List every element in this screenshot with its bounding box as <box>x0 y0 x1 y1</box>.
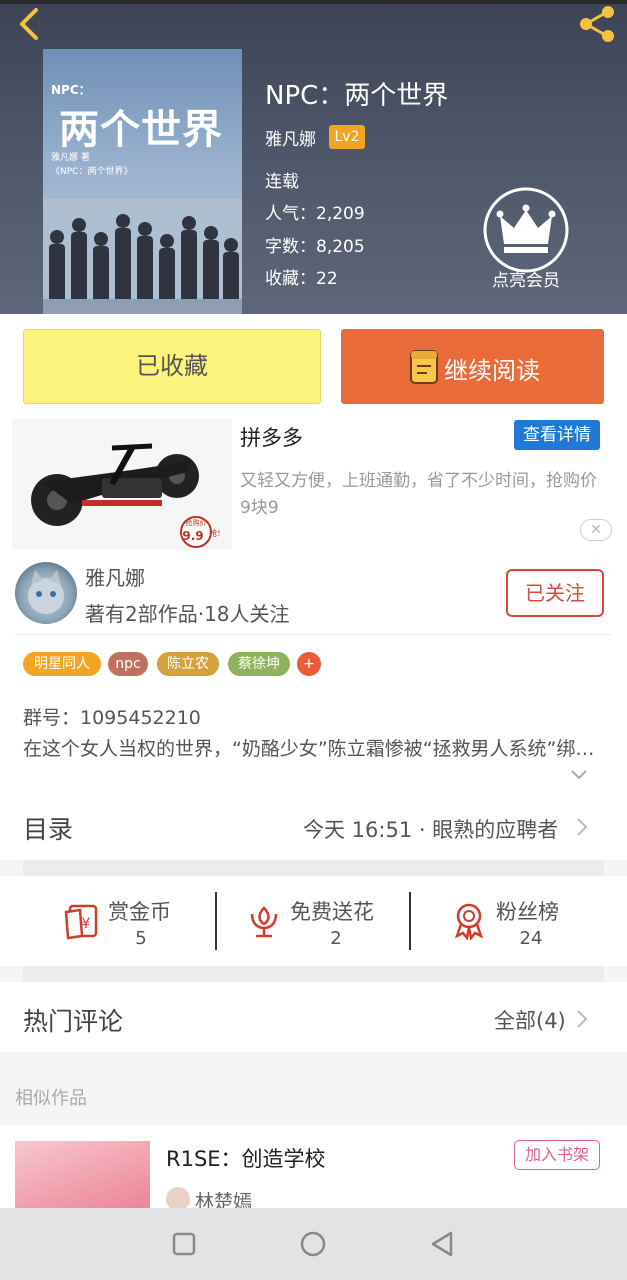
add-to-shelf-button[interactable]: 加入书架 <box>514 1140 600 1170</box>
price-badge-value: 9.9 <box>182 529 203 543</box>
price-badge-top: 抢购价 <box>186 518 207 527</box>
book-icon <box>410 350 438 384</box>
group-number: 群号：1095452210 <box>23 707 201 729</box>
crown-icon <box>496 204 556 253</box>
book-intro[interactable]: 在这个女人当权的世界，“奶酪少女”陈立霜惨被“拯救男人系统”绑定…… <box>23 734 603 761</box>
action-buttons: 已收藏 继续阅读 <box>0 314 627 410</box>
book-cover[interactable]: NPC： 两个世界 雅凡娜 著 《NPC：两个世界》 <box>43 49 242 314</box>
hot-comments-row[interactable]: 热门评论 全部(4) <box>0 982 627 1052</box>
book-status: 连载 <box>265 172 299 192</box>
cover-group-photo <box>43 199 242 314</box>
ad-title: 拼多多 <box>240 426 303 450</box>
tag-item[interactable]: 明星同人 <box>23 652 101 676</box>
cat-avatar-image <box>28 570 64 614</box>
price-badge-suffix: 抢! <box>209 528 220 538</box>
cover-author-line: 雅凡娜 著 <box>51 153 90 163</box>
section-gap <box>23 860 604 876</box>
book-word-count: 字数：8,205 <box>265 237 365 257</box>
triangle-back-icon[interactable] <box>426 1228 458 1260</box>
all-comments-link[interactable]: 全部(4) <box>494 1005 566 1035</box>
tag-item[interactable]: npc <box>108 652 148 676</box>
svg-text:¥: ¥ <box>82 916 91 932</box>
chevron-down-icon[interactable] <box>569 768 589 782</box>
send-flower-label: 免费送花 <box>290 900 374 924</box>
author-stats: 著有2部作品·18人关注 <box>85 602 290 626</box>
medal-icon <box>454 903 484 940</box>
toc-title: 目录 <box>23 815 74 844</box>
book-header: NPC： 两个世界 雅凡娜 著 《NPC：两个世界》 NPC：两个世界 雅凡娜 … <box>0 0 627 314</box>
share-button[interactable] <box>574 4 620 44</box>
reward-coin-label: 赏金币 <box>108 900 171 924</box>
table-of-contents-row[interactable]: 目录 今天 16:51 · 眼熟的应聘者 <box>0 790 627 860</box>
vip-crown-button[interactable] <box>482 186 570 274</box>
toc-latest-chapter: 今天 16:51 · 眼熟的应聘者 <box>303 818 559 842</box>
follow-button[interactable]: 已关注 <box>506 569 604 617</box>
author-avatar[interactable] <box>15 562 77 624</box>
book-detail-page: NPC： 两个世界 雅凡娜 著 《NPC：两个世界》 NPC：两个世界 雅凡娜 … <box>0 0 627 1280</box>
continue-reading-button[interactable]: 继续阅读 <box>341 329 604 404</box>
similar-book-title[interactable]: R1SE：创造学校 <box>166 1143 326 1173</box>
similar-author-avatar <box>166 1187 190 1210</box>
fan-ranking-count: 24 <box>519 928 543 949</box>
ad-scooter-image: 抢购价 9.9 抢! <box>12 418 232 554</box>
tag-item[interactable]: 陈立农 <box>157 652 219 676</box>
tag-item[interactable]: 蔡徐坤 <box>228 652 290 676</box>
red-envelope-icon: ¥ <box>64 904 98 940</box>
book-author[interactable]: 雅凡娜 <box>265 125 316 150</box>
similar-book-cover[interactable] <box>15 1141 150 1210</box>
circle-icon[interactable] <box>297 1228 329 1260</box>
ad-close-button[interactable]: ✕ <box>580 519 612 541</box>
chevron-right-icon <box>577 1010 588 1028</box>
book-favorites: 收藏：22 <box>265 269 338 289</box>
vip-label[interactable]: 点亮会员 <box>470 266 582 291</box>
fan-ranking-button[interactable]: 粉丝榜 24 <box>411 876 627 966</box>
flower-icon <box>250 906 278 938</box>
ad-description: 又轻又方便，上班通勤，省了不少时间，抢购价9块9 <box>240 471 597 518</box>
reward-row: ¥ 赏金币 5 免费送花 2 粉丝榜 24 <box>0 876 627 966</box>
chevron-left-icon <box>20 8 38 40</box>
section-gap <box>23 966 604 982</box>
reward-coin-button[interactable]: ¥ 赏金币 5 <box>0 876 215 966</box>
back-button[interactable] <box>12 6 48 42</box>
send-flower-button[interactable]: 免费送花 2 <box>217 876 409 966</box>
send-flower-count: 2 <box>330 928 342 949</box>
system-navigation-bar <box>0 1208 627 1280</box>
cover-subtitle-line: 《NPC：两个世界》 <box>51 167 133 177</box>
cover-title: 两个世界 <box>59 106 223 153</box>
ad-banner[interactable]: 抢购价 9.9 抢! 拼多多 查看详情 又轻又方便，上班通勤，省了不少时间，抢购… <box>0 410 627 554</box>
reward-coin-count: 5 <box>135 928 147 949</box>
status-bar-strip <box>0 0 627 4</box>
similar-book-item[interactable]: R1SE：创造学校 加入书架 林楚嫣 <box>0 1125 627 1210</box>
similar-book-author: 林楚嫣 <box>195 1191 253 1210</box>
similar-works-label: 相似作品 <box>15 1088 87 1109</box>
author-name[interactable]: 雅凡娜 <box>85 562 145 591</box>
fan-ranking-label: 粉丝榜 <box>496 900 559 924</box>
book-popularity: 人气：2,209 <box>265 204 365 224</box>
add-tag-button[interactable]: + <box>297 652 321 676</box>
book-title: NPC：两个世界 <box>265 81 449 111</box>
book-info-section: 雅凡娜 著有2部作品·18人关注 已关注 明星同人 npc 陈立农 蔡徐坤 + … <box>0 550 627 790</box>
collect-button[interactable]: 已收藏 <box>23 329 321 404</box>
square-icon[interactable] <box>168 1228 200 1260</box>
author-level-badge: Lv2 <box>329 125 365 149</box>
hot-comments-title: 热门评论 <box>23 1007 124 1036</box>
cover-npc-label: NPC： <box>51 83 91 97</box>
continue-reading-label: 继续阅读 <box>444 357 540 385</box>
chevron-right-icon <box>577 818 588 836</box>
ad-detail-button[interactable]: 查看详情 <box>514 420 600 450</box>
share-icon <box>580 6 614 42</box>
divider <box>15 634 612 635</box>
